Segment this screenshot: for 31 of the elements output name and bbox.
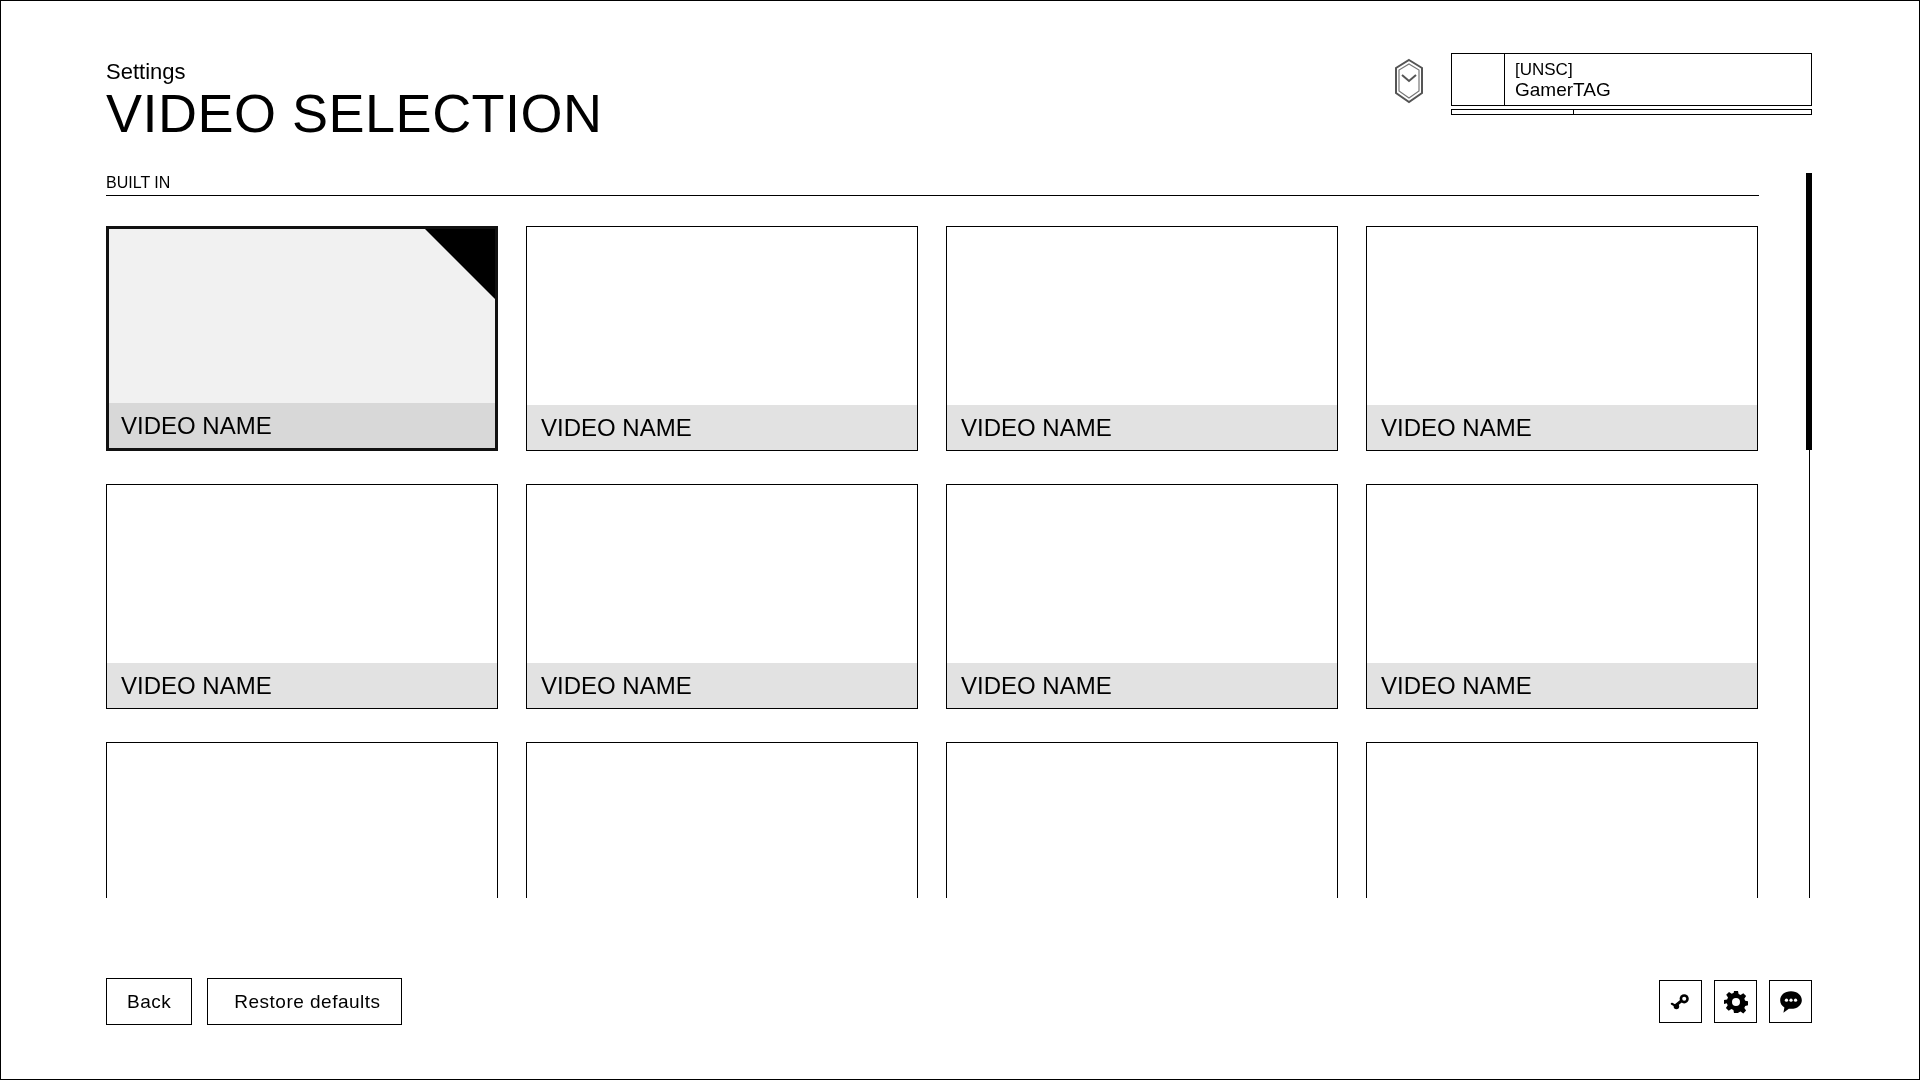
video-name: VIDEO NAME	[1367, 405, 1757, 450]
video-card[interactable]: VIDEO NAME	[106, 484, 498, 709]
settings-button[interactable]	[1714, 980, 1757, 1023]
video-name: VIDEO NAME	[107, 663, 497, 708]
lever-button[interactable]	[1659, 980, 1702, 1023]
chat-button[interactable]	[1769, 980, 1812, 1023]
video-name: VIDEO NAME	[1367, 663, 1757, 708]
video-card[interactable]: VIDEO NAME	[946, 226, 1338, 451]
video-name: VIDEO NAME	[527, 405, 917, 450]
breadcrumb: Settings	[106, 59, 187, 85]
back-button[interactable]: Back	[106, 978, 193, 1025]
video-card[interactable]: VIDEO NAME	[1366, 484, 1758, 709]
video-card[interactable]: VIDEO NAME	[526, 226, 918, 451]
settings-icon	[1723, 989, 1748, 1014]
video-card[interactable]: VIDEO NAME	[526, 484, 918, 709]
video-card[interactable]: VIDEO NAME	[1366, 226, 1758, 451]
clan-tag: [UNSC]	[1515, 60, 1611, 79]
video-card[interactable]: VIDEO NAME	[946, 484, 1338, 709]
emblem-icon	[1393, 58, 1425, 104]
selected-corner-icon	[425, 229, 495, 299]
video-card[interactable]: VIDEO NAME	[106, 226, 498, 451]
page-title: VIDEO SELECTION	[106, 85, 603, 141]
video-name: VIDEO NAME	[947, 663, 1337, 708]
scrollbar[interactable]	[1806, 173, 1812, 898]
chat-icon	[1777, 988, 1804, 1015]
gamertag: GamerTAG	[1515, 79, 1611, 101]
video-name: VIDEO NAME	[109, 403, 495, 448]
video-name: VIDEO NAME	[527, 663, 917, 708]
video-name: VIDEO NAME	[947, 405, 1337, 450]
restore-defaults-button[interactable]: Restore defaults	[207, 978, 402, 1025]
section-label: BUILT IN	[106, 173, 1759, 196]
